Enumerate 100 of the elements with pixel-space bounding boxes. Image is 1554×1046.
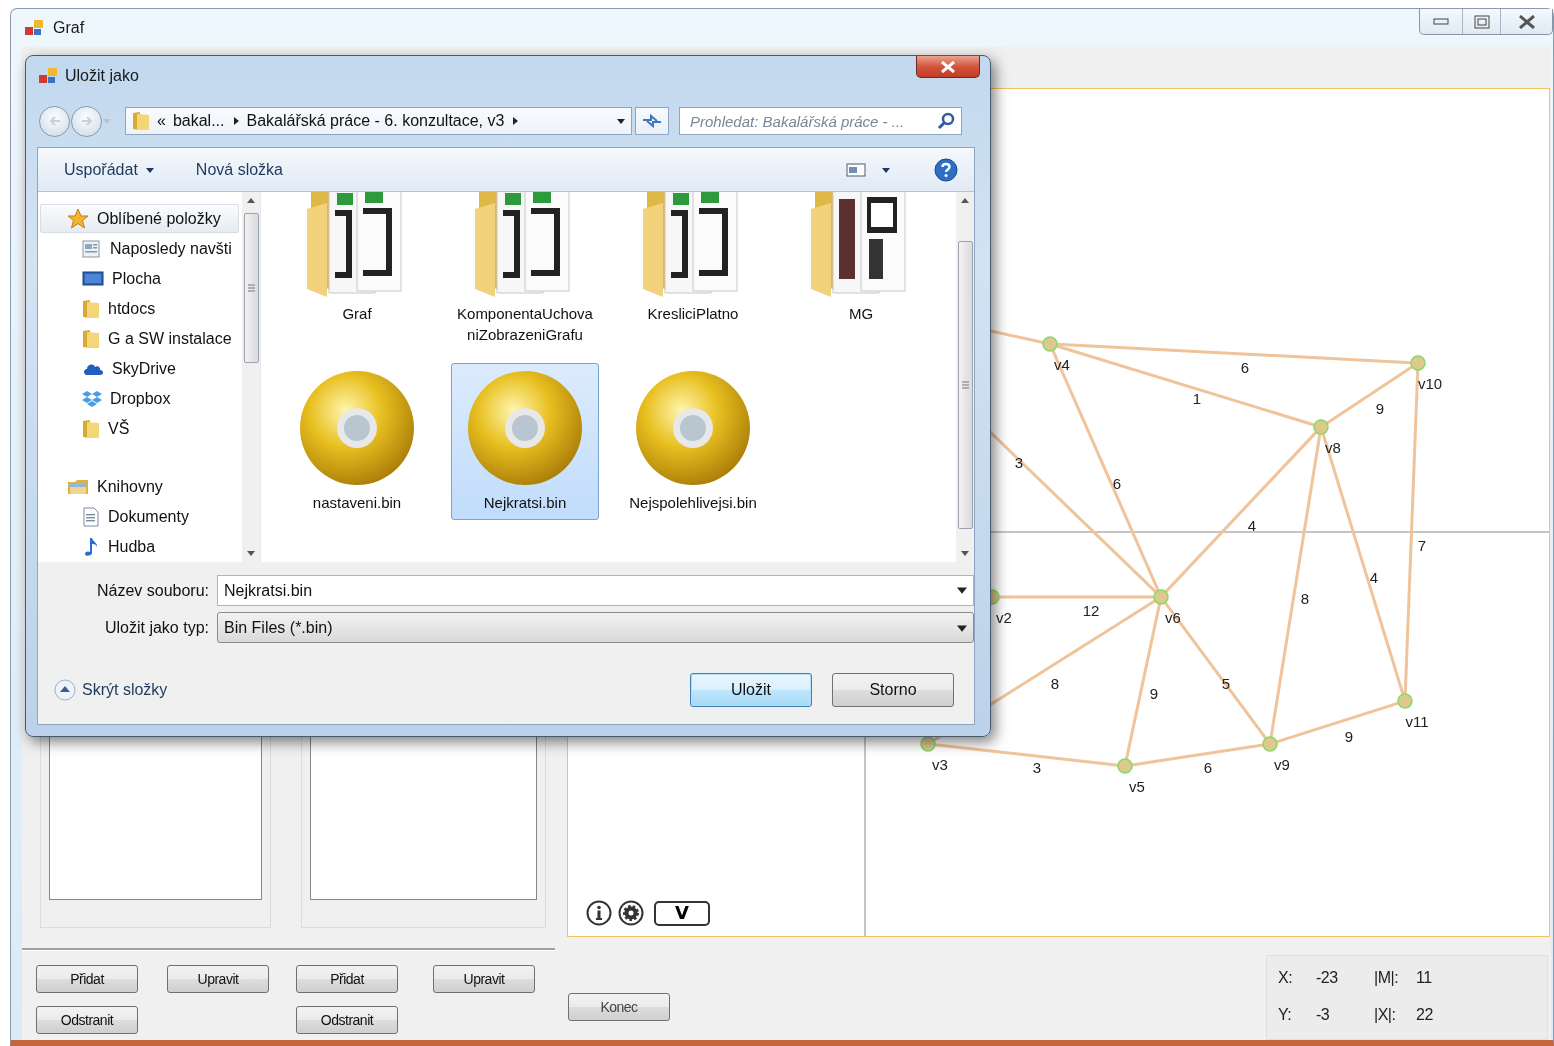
caret-down-icon [145, 165, 154, 174]
forward-button[interactable] [71, 105, 102, 137]
file-name-field[interactable]: Nejkratsi.bin [217, 575, 974, 606]
graph-node[interactable] [1117, 758, 1133, 774]
address-bar[interactable]: « bakal... Bakalářská práce - 6. konzultace, v3 [125, 107, 632, 135]
node-label: v5 [1129, 777, 1145, 795]
hide-folders-button[interactable]: Skrýt složky [54, 679, 168, 701]
exit-button[interactable]: Konec [568, 993, 670, 1021]
nav-item-label: Naposledy navšti [110, 239, 232, 258]
edit-button[interactable]: Upravit [167, 965, 269, 993]
nav-item[interactable]: Naposledy navšti [40, 234, 239, 263]
refresh-icon [641, 113, 663, 129]
status-value: 22 [1416, 1005, 1434, 1024]
edge-weight: 9 [1344, 727, 1354, 745]
file-item[interactable]: Graf [283, 192, 431, 331]
nav-item[interactable]: Dropbox [40, 384, 239, 413]
edge-weight: 6 [1203, 758, 1213, 776]
nav-item-label: Plocha [112, 269, 161, 288]
add-button[interactable]: Přidat [296, 965, 398, 993]
help-icon[interactable] [934, 157, 958, 182]
dialog-title: Uložit jako [65, 67, 139, 85]
arrow-up-icon [961, 197, 969, 205]
remove-button[interactable]: Odstranit [296, 1006, 398, 1034]
close-button[interactable] [916, 56, 980, 78]
back-button[interactable] [39, 105, 70, 137]
graph-node[interactable] [1397, 693, 1413, 709]
arrow-right-icon [79, 115, 94, 127]
file-item[interactable]: Nejkratsi.bin [451, 363, 599, 520]
nav-item[interactable]: SkyDrive [40, 354, 239, 383]
remove-button[interactable]: Odstranit [36, 1006, 138, 1034]
disc-icon [298, 369, 416, 487]
restore-icon [1473, 14, 1490, 29]
breadcrumb-overflow[interactable]: « [157, 112, 166, 130]
breadcrumb-item[interactable]: bakal... [172, 112, 225, 130]
nav-item[interactable]: Hudba [40, 532, 239, 561]
status-label: |M|: [1374, 968, 1400, 987]
file-item[interactable]: nastaveni.bin [283, 363, 431, 520]
new-folder-button[interactable]: Nová složka [185, 154, 293, 185]
app-icon [39, 68, 57, 84]
graph-node[interactable] [920, 736, 936, 752]
search-field[interactable]: Prohledat: Bakalářská práce - ... [679, 107, 962, 135]
status-label: Y: [1278, 1005, 1293, 1024]
add-button[interactable]: Přidat [36, 965, 138, 993]
status-value: -23 [1316, 968, 1339, 987]
scrollbar[interactable] [956, 192, 974, 562]
nav-group[interactable]: Knihovny [40, 472, 239, 501]
save-button[interactable]: Uložit [690, 673, 812, 707]
graph-node[interactable] [1313, 419, 1329, 435]
file-item[interactable]: KresliciPlatno [619, 192, 767, 331]
breadcrumb-item[interactable]: Bakalářská práce - 6. konzultace, v3 [246, 112, 505, 130]
box-icon [82, 389, 102, 408]
nav-item[interactable]: htdocs [40, 294, 239, 323]
graph-node[interactable] [1262, 736, 1278, 752]
nav-item[interactable]: VŠ [40, 414, 239, 443]
nav-item-label: htdocs [108, 299, 156, 318]
edge-weight: 5 [1221, 674, 1231, 692]
document-icon [82, 506, 100, 527]
view-icon[interactable] [846, 161, 866, 178]
folder-icon [132, 111, 150, 131]
graph-node[interactable] [1042, 336, 1058, 352]
scrollbar-thumb[interactable] [957, 241, 973, 529]
library-icon [67, 477, 89, 496]
caret-down-icon [882, 165, 890, 174]
file-item[interactable]: Nejspolehlivejsi.bin [619, 363, 767, 520]
mode-button[interactable]: V [654, 900, 710, 926]
edge-weight: 8 [1300, 589, 1310, 607]
graph-node[interactable] [1410, 355, 1426, 371]
nav-item[interactable]: Plocha [40, 264, 239, 293]
organize-button[interactable]: Uspořádat [54, 154, 164, 185]
info-icon[interactable] [586, 900, 612, 926]
edge-weight: 8 [1050, 674, 1060, 692]
edge-weight: 3 [1032, 758, 1042, 776]
close-icon [1517, 14, 1536, 29]
nav-group[interactable]: Oblíbené položky [40, 204, 239, 233]
arrow-down-icon [247, 549, 255, 557]
edge-weight: 9 [1149, 684, 1159, 702]
scrollbar[interactable] [242, 192, 260, 562]
status-label: X: [1278, 968, 1294, 987]
edge-weight: 1 [1192, 389, 1202, 407]
node-label: v6 [1165, 608, 1181, 626]
settings-icon[interactable] [618, 900, 644, 926]
folder-icon [82, 328, 100, 349]
edit-button[interactable]: Upravit [433, 965, 535, 993]
file-name: KresliciPlatno [646, 304, 740, 324]
arrow-down-icon [961, 549, 969, 557]
graph-node[interactable] [1153, 589, 1169, 605]
refresh-button[interactable] [635, 107, 669, 135]
node-label: v10 [1417, 374, 1443, 392]
field-label: Uložit jako typ: [103, 618, 209, 637]
star-icon [67, 208, 89, 229]
file-item[interactable]: MG [787, 192, 935, 331]
scrollbar-thumb[interactable] [243, 213, 259, 363]
file-type-dropdown[interactable]: Bin Files (*.bin) [217, 612, 974, 643]
disc-icon [466, 369, 584, 487]
nav-item[interactable]: Dokumenty [40, 502, 239, 531]
nav-item[interactable]: G a SW instalace [40, 324, 239, 353]
file-name: Nejkratsi.bin [482, 493, 568, 513]
edge-weight: 9 [1375, 399, 1385, 417]
file-name: Graf [341, 304, 373, 324]
cancel-button[interactable]: Storno [832, 673, 954, 707]
